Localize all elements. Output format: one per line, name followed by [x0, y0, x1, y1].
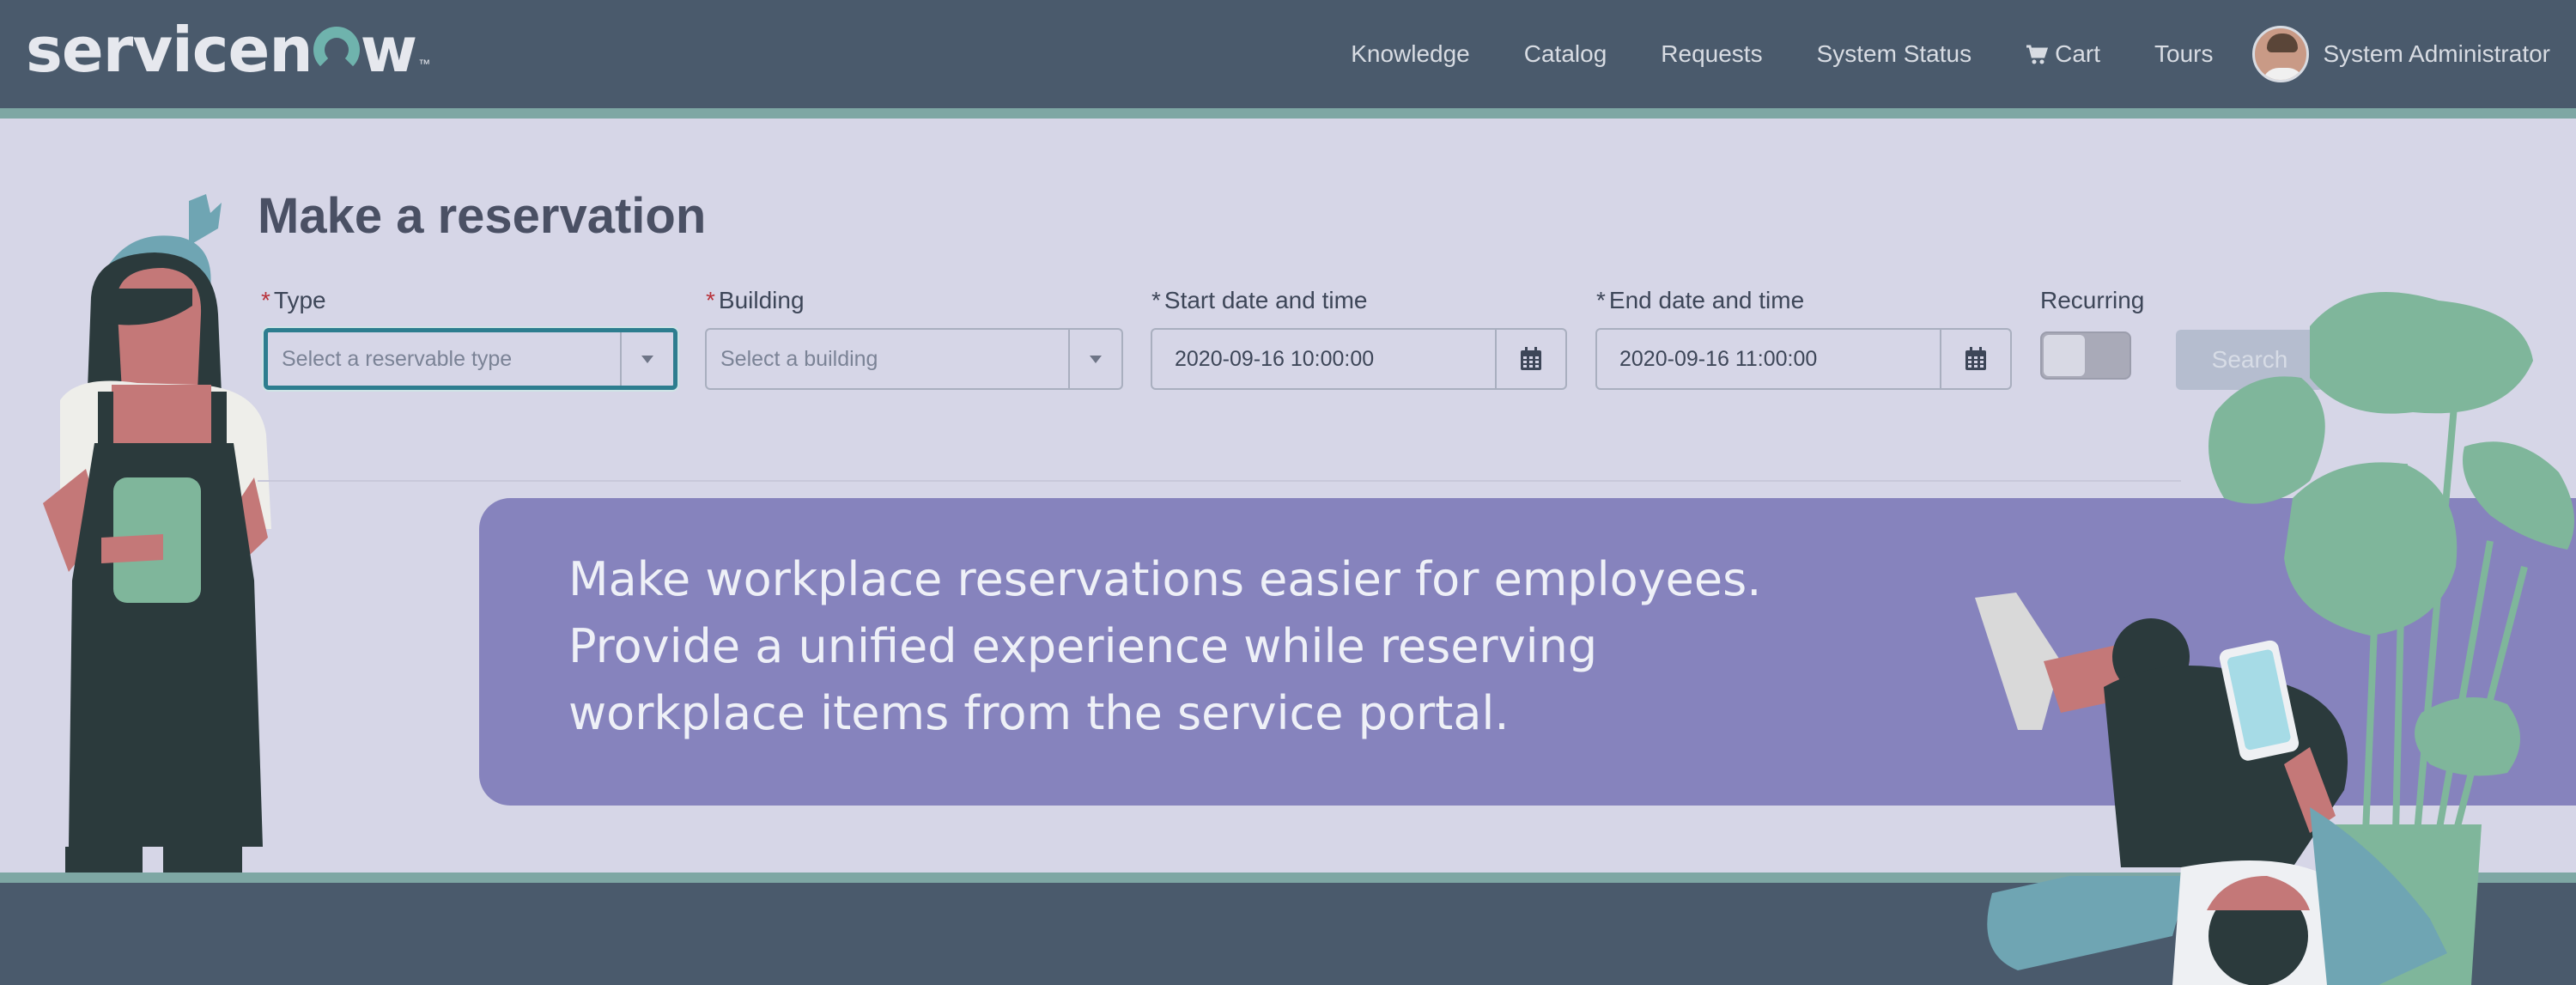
chevron-down-icon	[1090, 355, 1102, 363]
user-menu[interactable]: System Administrator	[2252, 26, 2550, 82]
section-divider	[258, 480, 2181, 482]
top-navigation-bar: servicen w ™ Knowledge Catalog Requests S…	[0, 0, 2576, 108]
start-date-value: 2020-09-16 10:00:00	[1175, 346, 1375, 371]
start-date-picker-button[interactable]	[1495, 330, 1565, 388]
calendar-icon	[1965, 347, 1986, 370]
nav-knowledge[interactable]: Knowledge	[1351, 40, 1470, 68]
building-select-placeholder: Select a building	[720, 346, 878, 371]
end-date-label: * End date and time	[1596, 287, 1805, 313]
required-mark: *	[1151, 287, 1161, 313]
end-date-value: 2020-09-16 11:00:00	[1619, 346, 1818, 371]
type-select[interactable]: Select a reservable type	[264, 328, 677, 390]
start-date-input[interactable]: 2020-09-16 10:00:00	[1151, 328, 1567, 390]
required-mark: *	[706, 287, 715, 313]
avatar	[2252, 26, 2310, 82]
cart-icon	[2026, 44, 2049, 64]
type-select-placeholder: Select a reservable type	[282, 346, 513, 371]
recurring-label: Recurring	[2040, 287, 2145, 313]
start-date-label: * Start date and time	[1151, 287, 1368, 313]
logo-text: servicen w	[26, 14, 417, 86]
logo-o-mark	[313, 27, 360, 73]
logo-trademark: ™	[418, 57, 431, 70]
toggle-knob	[2044, 335, 2085, 376]
end-date-picker-button[interactable]	[1940, 330, 2010, 388]
recurring-toggle[interactable]	[2040, 331, 2131, 380]
page-title: Make a reservation	[258, 188, 707, 244]
banner-line-3: workplace items from the service portal.	[568, 686, 1510, 740]
type-label: * Type	[261, 287, 326, 313]
person-with-phone-illustration	[1975, 593, 2447, 985]
woman-with-tablet-illustration	[43, 194, 271, 985]
nav-system-status[interactable]: System Status	[1817, 40, 1972, 68]
nav-cart[interactable]: Cart	[2026, 40, 2100, 68]
nav-cart-label: Cart	[2055, 40, 2100, 67]
building-label: * Building	[706, 287, 805, 313]
required-mark: *	[261, 287, 270, 313]
chevron-down-icon	[641, 355, 653, 363]
required-mark: *	[1596, 287, 1606, 313]
banner-line-2: Provide a unified experience while reser…	[568, 619, 1598, 673]
user-name: System Administrator	[2323, 40, 2550, 67]
building-select[interactable]: Select a building	[705, 328, 1123, 390]
type-dropdown-button[interactable]	[620, 332, 673, 386]
nav-tours[interactable]: Tours	[2154, 40, 2213, 68]
banner-text: Make workplace reservations easier for e…	[568, 546, 1761, 747]
header-accent-stripe	[0, 108, 2576, 119]
calendar-icon	[1521, 347, 1541, 370]
main-nav: Knowledge Catalog Requests System Status…	[1351, 0, 2550, 108]
building-dropdown-button[interactable]	[1068, 330, 1121, 388]
nav-requests[interactable]: Requests	[1661, 40, 1762, 68]
end-date-input[interactable]: 2020-09-16 11:00:00	[1595, 328, 2012, 390]
servicenow-logo[interactable]: servicen w ™	[26, 14, 431, 86]
nav-catalog[interactable]: Catalog	[1524, 40, 1607, 68]
banner-line-1: Make workplace reservations easier for e…	[568, 552, 1762, 606]
